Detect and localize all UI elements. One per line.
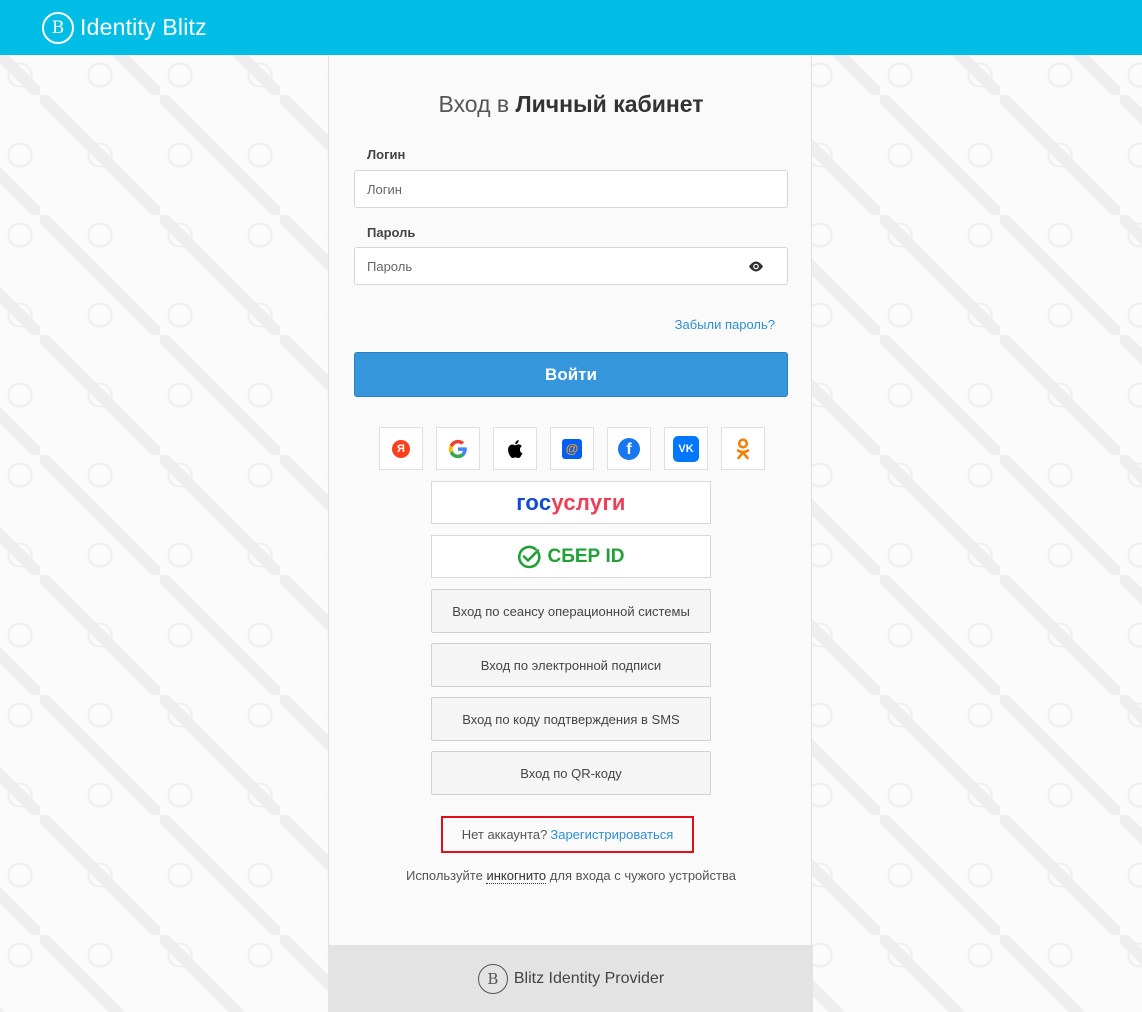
incognito-hint: Используйте инкогнито для входа с чужого…	[329, 868, 813, 884]
sber-id-label: СБЕР ID	[547, 545, 625, 567]
register-prompt-text: Нет аккаунта?	[461, 827, 548, 842]
password-label: Пароль	[367, 225, 416, 240]
footer: B Blitz Identity Provider	[329, 945, 813, 1012]
register-prompt: Нет аккаунта? Зарегистрироваться	[441, 816, 694, 853]
mailru-login-button[interactable]: @	[550, 427, 594, 470]
title-bold: Личный кабинет	[515, 91, 704, 117]
gosuslugi-logo: госуслуги	[516, 489, 626, 515]
facebook-icon: f	[618, 437, 640, 460]
forgot-password-link[interactable]: Забыли пароль?	[675, 317, 775, 332]
vk-login-button[interactable]: VK	[664, 427, 708, 470]
digital-signature-login-button[interactable]: Вход по электронной подписи	[431, 643, 711, 687]
incognito-link[interactable]: инкогнито	[486, 868, 547, 884]
login-label: Логин	[367, 147, 406, 162]
page-title: Вход в Личный кабинет	[329, 91, 813, 118]
os-session-login-button[interactable]: Вход по сеансу операционной системы	[431, 589, 711, 633]
gosuslugi-login-button[interactable]: госуслуги	[431, 481, 711, 524]
footer-brand: Blitz Identity Provider	[513, 969, 665, 987]
google-login-button[interactable]	[436, 427, 480, 470]
sms-code-login-button[interactable]: Вход по коду подтверждения в SMS	[431, 697, 711, 741]
incognito-after: для входа с чужого устройства	[549, 868, 736, 883]
brand-logo-icon: B	[42, 11, 74, 44]
google-icon	[448, 439, 467, 458]
apple-login-button[interactable]	[493, 427, 537, 470]
odnoklassniki-login-button[interactable]	[721, 427, 765, 470]
footer-logo-icon: B	[477, 963, 508, 994]
social-login-row: Я @ f VK	[379, 427, 765, 470]
mailru-icon: @	[562, 438, 582, 459]
odnoklassniki-icon	[736, 437, 750, 459]
qr-code-login-button[interactable]: Вход по QR-коду	[431, 751, 711, 795]
show-password-icon[interactable]	[746, 259, 766, 273]
login-button[interactable]: Войти	[354, 352, 788, 397]
title-prefix: Вход в	[438, 91, 510, 117]
apple-icon	[508, 439, 523, 458]
facebook-login-button[interactable]: f	[607, 427, 651, 470]
sber-id-login-button[interactable]: СБЕР ID	[431, 535, 711, 578]
password-input[interactable]	[354, 247, 788, 285]
login-card: Вход в Личный кабинет Логин Пароль Забыл…	[328, 55, 813, 1012]
vk-icon: VK	[673, 435, 699, 462]
incognito-before: Используйте	[406, 868, 483, 883]
yandex-login-button[interactable]: Я	[379, 427, 423, 470]
top-bar: B Identity Blitz	[0, 0, 1142, 55]
brand-logo[interactable]: B Identity Blitz	[42, 11, 207, 44]
yandex-icon: Я	[392, 439, 410, 458]
login-input[interactable]	[354, 170, 788, 208]
register-link[interactable]: Зарегистрироваться	[550, 827, 673, 842]
sber-icon	[518, 545, 541, 568]
brand-name: Identity Blitz	[80, 14, 207, 40]
